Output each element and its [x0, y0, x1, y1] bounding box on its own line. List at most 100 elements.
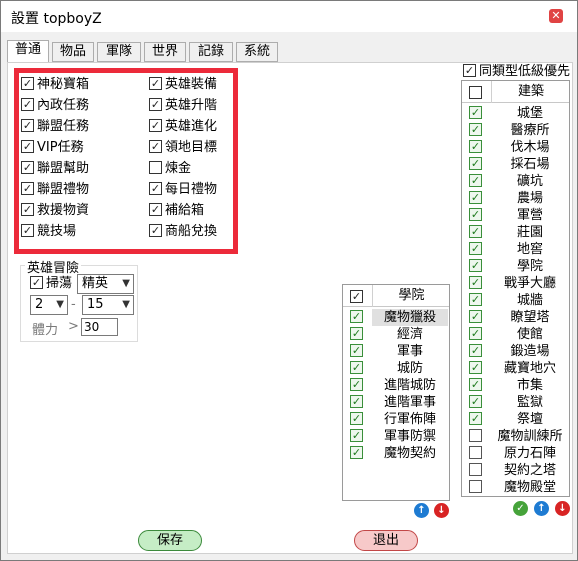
arrow-up-icon[interactable]: ↑: [414, 503, 429, 518]
arrow-down-icon[interactable]: ↓: [434, 503, 449, 518]
option-checkbox[interactable]: 競技場: [21, 224, 76, 240]
option-checkbox[interactable]: 聯盟任務: [21, 119, 89, 135]
list-item[interactable]: 採石場: [462, 156, 569, 173]
arrow-up-icon[interactable]: ↑: [534, 501, 549, 516]
checkbox-icon[interactable]: [469, 225, 482, 238]
checkbox-icon[interactable]: [469, 123, 482, 136]
select-all-checkbox[interactable]: [469, 86, 482, 99]
checkbox-icon[interactable]: [469, 242, 482, 255]
list-item[interactable]: 城堡: [462, 105, 569, 122]
list-item[interactable]: 魔物殿堂: [462, 479, 569, 496]
checkbox-icon[interactable]: [469, 259, 482, 272]
checkbox-icon[interactable]: [469, 429, 482, 442]
checkbox-icon[interactable]: [469, 174, 482, 187]
list-item[interactable]: 醫療所: [462, 122, 569, 139]
checkbox-icon[interactable]: [350, 327, 363, 340]
list-item[interactable]: 瞭望塔: [462, 309, 569, 326]
checkbox-icon[interactable]: [469, 327, 482, 340]
checkbox-icon[interactable]: [350, 344, 363, 357]
checkbox-icon[interactable]: [350, 310, 363, 323]
list-item[interactable]: 地窖: [462, 241, 569, 258]
checkbox-icon[interactable]: [350, 429, 363, 442]
checkbox-icon[interactable]: [469, 395, 482, 408]
stamina-input[interactable]: 30: [81, 318, 118, 336]
checkbox-icon[interactable]: [350, 361, 363, 374]
list-item[interactable]: 魔物契約: [343, 445, 449, 462]
list-item[interactable]: 監獄: [462, 394, 569, 411]
option-checkbox[interactable]: 補給箱: [149, 203, 204, 219]
check-circle-icon[interactable]: ✓: [513, 501, 528, 516]
option-checkbox[interactable]: VIP任務: [21, 140, 84, 156]
list-item[interactable]: 使館: [462, 326, 569, 343]
option-checkbox[interactable]: 聯盟禮物: [21, 182, 89, 198]
checkbox-icon[interactable]: [350, 378, 363, 391]
tab-world[interactable]: 世界: [144, 42, 186, 62]
checkbox-icon[interactable]: [469, 208, 482, 221]
option-checkbox[interactable]: 英雄進化: [149, 119, 217, 135]
list-item[interactable]: 城防: [343, 360, 449, 377]
academy-list[interactable]: 學院 魔物獵殺經濟軍事城防進階城防進階軍事行軍佈陣軍事防禦魔物契約: [342, 284, 450, 501]
tab-army[interactable]: 軍隊: [97, 42, 141, 62]
list-item[interactable]: 行軍佈陣: [343, 411, 449, 428]
checkbox-icon[interactable]: [469, 276, 482, 289]
list-item[interactable]: 市集: [462, 377, 569, 394]
checkbox-icon[interactable]: [469, 310, 482, 323]
list-item[interactable]: 戰爭大廳: [462, 275, 569, 292]
checkbox-icon[interactable]: [469, 378, 482, 391]
stage-to-select[interactable]: 15 ▼: [82, 295, 134, 315]
list-item[interactable]: 藏寶地穴: [462, 360, 569, 377]
list-item[interactable]: 魔物訓練所: [462, 428, 569, 445]
checkbox-icon[interactable]: [469, 480, 482, 493]
list-item[interactable]: 學院: [462, 258, 569, 275]
option-checkbox[interactable]: 煉金: [149, 161, 191, 177]
checkbox-icon[interactable]: [469, 157, 482, 170]
checkbox-icon[interactable]: [469, 191, 482, 204]
list-item[interactable]: 祭壇: [462, 411, 569, 428]
list-item[interactable]: 莊園: [462, 224, 569, 241]
option-checkbox[interactable]: 每日禮物: [149, 182, 217, 198]
stage-from-select[interactable]: 2 ▼: [30, 295, 68, 315]
checkbox-icon[interactable]: [469, 361, 482, 374]
option-checkbox[interactable]: 英雄升階: [149, 98, 217, 114]
option-checkbox[interactable]: 領地目標: [149, 140, 217, 156]
list-item[interactable]: 進階軍事: [343, 394, 449, 411]
list-item[interactable]: 軍事防禦: [343, 428, 449, 445]
list-item[interactable]: 原力石陣: [462, 445, 569, 462]
option-checkbox[interactable]: 聯盟幫助: [21, 161, 89, 177]
option-checkbox[interactable]: 救援物資: [21, 203, 89, 219]
close-icon[interactable]: ✕: [549, 9, 563, 23]
select-all-checkbox[interactable]: [350, 290, 363, 303]
checkbox-icon[interactable]: [469, 293, 482, 306]
difficulty-select[interactable]: 精英 ▼: [77, 274, 134, 294]
list-item[interactable]: 伐木場: [462, 139, 569, 156]
tab-general[interactable]: 普通: [7, 40, 49, 63]
option-checkbox[interactable]: 商船兌換: [149, 224, 217, 240]
checkbox-icon[interactable]: [469, 140, 482, 153]
list-item[interactable]: 礦坑: [462, 173, 569, 190]
checkbox-icon[interactable]: [469, 412, 482, 425]
save-button[interactable]: 保存: [138, 530, 202, 551]
list-item[interactable]: 軍事: [343, 343, 449, 360]
list-item[interactable]: 魔物獵殺: [343, 309, 449, 326]
tab-system[interactable]: 系統: [236, 42, 278, 62]
list-item[interactable]: 契約之塔: [462, 462, 569, 479]
option-checkbox[interactable]: 英雄裝備: [149, 77, 217, 93]
arrow-down-icon[interactable]: ↓: [555, 501, 570, 516]
checkbox-icon[interactable]: [350, 446, 363, 459]
tab-log[interactable]: 記錄: [189, 42, 233, 62]
same-type-low-priority-checkbox[interactable]: 同類型低級優先: [463, 64, 570, 80]
buildings-list[interactable]: 建築 城堡醫療所伐木場採石場礦坑農場軍營莊園地窖學院戰爭大廳城牆瞭望塔使館鍛造場…: [461, 80, 570, 497]
option-checkbox[interactable]: 神秘寶箱: [21, 77, 89, 93]
list-item[interactable]: 城牆: [462, 292, 569, 309]
list-item[interactable]: 農場: [462, 190, 569, 207]
exit-button[interactable]: 退出: [354, 530, 418, 551]
list-item[interactable]: 鍛造場: [462, 343, 569, 360]
list-item[interactable]: 進階城防: [343, 377, 449, 394]
checkbox-icon[interactable]: [469, 106, 482, 119]
tab-items[interactable]: 物品: [52, 42, 94, 62]
list-item[interactable]: 經濟: [343, 326, 449, 343]
checkbox-icon[interactable]: [350, 395, 363, 408]
checkbox-icon[interactable]: [469, 344, 482, 357]
list-item[interactable]: 軍營: [462, 207, 569, 224]
option-checkbox[interactable]: 內政任務: [21, 98, 89, 114]
